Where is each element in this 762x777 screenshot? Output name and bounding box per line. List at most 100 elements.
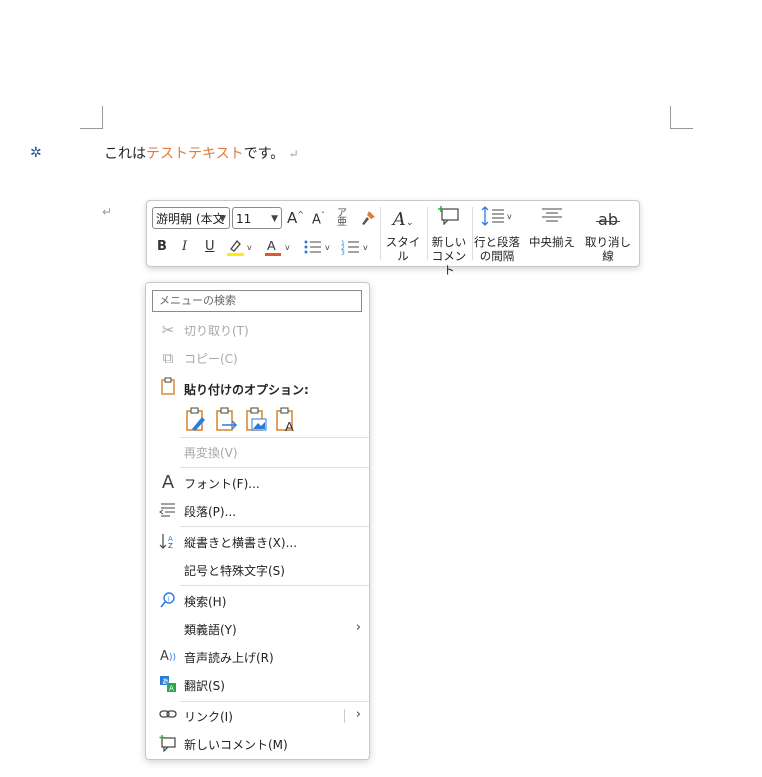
menu-item-font[interactable]: A フォント(F)... — [146, 469, 369, 497]
phonetic-guide-button[interactable]: ア亜 — [337, 209, 347, 228]
link-icon — [158, 706, 178, 726]
highlight-color-button[interactable]: v — [225, 237, 255, 261]
paste-merge-button[interactable] — [214, 407, 238, 433]
menu-separator — [180, 526, 369, 527]
svg-text:Z: Z — [168, 542, 173, 550]
menu-item-new-comment[interactable]: 新しいコメント(M) — [146, 730, 369, 758]
font-size-value: 11 — [236, 212, 252, 226]
new-comment-button[interactable]: 新しい コメント — [429, 205, 469, 277]
toolbar-separator — [427, 207, 428, 260]
paste-options-label: 貼り付けのオプション: — [184, 383, 309, 397]
line-spacing-label-2: の間隔 — [479, 249, 515, 263]
menu-item-translate[interactable]: あA 翻訳(S) — [146, 671, 369, 699]
align-center-icon — [526, 205, 578, 235]
comment-icon — [158, 734, 178, 754]
new-comment-icon — [429, 205, 469, 235]
submenu-divider — [344, 709, 345, 723]
menu-item-label: 記号と特殊文字(S) — [184, 564, 285, 578]
paste-keep-formatting-icon — [186, 407, 205, 431]
menu-item-label: 新しいコメント(M) — [184, 738, 288, 752]
font-name-select[interactable]: 游明朝 (本文 ▼ — [152, 207, 230, 229]
doc-text-before: これは — [104, 146, 146, 162]
menu-item-reconvert[interactable]: 再変換(V) — [146, 438, 369, 466]
menu-item-label: 縦書きと横書き(X)... — [184, 536, 298, 550]
strikethrough-button[interactable]: ab 取り消し線 — [580, 205, 636, 263]
menu-item-label: 翻訳(S) — [184, 679, 225, 693]
paste-merge-formatting-icon — [216, 407, 238, 431]
font-size-select[interactable]: 11 ▼ — [232, 207, 282, 229]
menu-item-label: 再変換(V) — [184, 446, 238, 460]
menu-item-search[interactable]: i 検索(H) — [146, 587, 369, 615]
context-menu: メニューの検索 ✂ 切り取り(T) ⧉ コピー(C) 貼り付けのオプション: A… — [145, 282, 370, 760]
document-paragraph[interactable]: これはテストテキストです。 ↵ — [104, 143, 299, 163]
chevron-down-icon: ▼ — [271, 214, 278, 224]
menu-separator — [180, 585, 369, 586]
bullet-list-icon: v — [304, 240, 330, 254]
menu-item-thesaurus[interactable]: 類義語(Y) › — [146, 615, 369, 643]
bullets-button[interactable]: v — [303, 239, 335, 259]
numbering-button[interactable]: 123v — [341, 239, 373, 259]
styles-icon: A⌄ — [392, 209, 414, 230]
page-corner-right — [670, 106, 693, 129]
menu-item-paragraph[interactable]: 段落(P)... — [146, 497, 369, 525]
shrink-font-button[interactable]: Aˇ — [312, 211, 325, 227]
numbered-list-icon: 123v — [341, 240, 368, 257]
underline-button[interactable]: U — [205, 239, 215, 254]
paragraph-icon — [158, 501, 178, 521]
svg-text:v: v — [325, 243, 330, 252]
new-comment-label-1: 新しい — [431, 235, 467, 249]
accessibility-anchor-icon[interactable]: ✲ — [30, 145, 42, 161]
menu-item-label: リンク(I) — [184, 710, 233, 724]
paste-text-only-icon: A — [276, 407, 294, 434]
styles-label: スタイル — [385, 235, 421, 263]
chevron-right-icon: › — [355, 620, 361, 635]
format-painter-button[interactable] — [359, 209, 377, 231]
svg-text:A: A — [285, 419, 294, 433]
svg-text:v: v — [247, 243, 252, 252]
chevron-down-icon: ▼ — [219, 214, 226, 224]
font-color-button[interactable]: Av — [263, 237, 293, 261]
menu-separator — [180, 467, 369, 468]
menu-item-label: 類義語(Y) — [184, 623, 237, 637]
styles-button[interactable]: A⌄ スタイル — [383, 205, 423, 263]
paste-picture-button[interactable] — [244, 407, 268, 433]
font-color-icon: Av — [265, 238, 290, 256]
paste-keep-source-button[interactable] — [184, 407, 208, 433]
highlighter-icon: v — [227, 240, 252, 256]
paste-icon — [158, 377, 178, 397]
line-spacing-label-1: 行と段落 — [474, 235, 520, 249]
strikethrough-icon: ab — [580, 205, 636, 235]
grow-font-button[interactable]: A^ — [287, 209, 304, 227]
svg-text:v: v — [507, 212, 512, 221]
menu-item-copy[interactable]: ⧉ コピー(C) — [146, 344, 369, 372]
menu-search-input[interactable]: メニューの検索 — [152, 290, 362, 312]
text-direction-icon: AZ — [158, 532, 178, 552]
line-spacing-button[interactable]: v 行と段落 の間隔 — [473, 205, 521, 263]
center-align-button[interactable]: 中央揃え — [526, 205, 578, 249]
font-icon: A — [161, 472, 175, 493]
svg-text:i: i — [168, 596, 170, 603]
paste-text-only-button[interactable]: A — [274, 407, 298, 434]
italic-button[interactable]: I — [182, 239, 187, 254]
menu-item-read-aloud[interactable]: A)) 音声読み上げ(R) — [146, 643, 369, 671]
menu-item-symbols[interactable]: 記号と特殊文字(S) — [146, 556, 369, 584]
chevron-right-icon[interactable]: › — [356, 707, 361, 722]
menu-item-link[interactable]: リンク(I) › — [146, 702, 369, 730]
format-painter-icon — [362, 211, 375, 225]
strikethrough-label: 取り消し線 — [585, 235, 631, 263]
menu-item-label: 切り取り(T) — [184, 324, 249, 338]
read-aloud-icon: A)) — [160, 649, 176, 664]
svg-text:v: v — [363, 243, 368, 252]
menu-item-label: コピー(C) — [184, 352, 238, 366]
new-comment-label-2: コメント — [431, 249, 467, 277]
doc-text-selected[interactable]: テストテキスト — [146, 146, 244, 162]
svg-text:A: A — [169, 685, 174, 693]
bold-button[interactable]: B — [157, 239, 167, 254]
translate-icon: あA — [158, 675, 178, 695]
menu-item-label: 検索(H) — [184, 595, 227, 609]
doc-text-after: です。 — [243, 146, 285, 162]
center-align-label: 中央揃え — [529, 235, 575, 249]
menu-item-text-direction[interactable]: AZ 縦書きと横書き(X)... — [146, 528, 369, 556]
menu-item-cut[interactable]: ✂ 切り取り(T) — [146, 316, 369, 344]
paragraph-mark-icon: ↵ — [288, 147, 299, 161]
